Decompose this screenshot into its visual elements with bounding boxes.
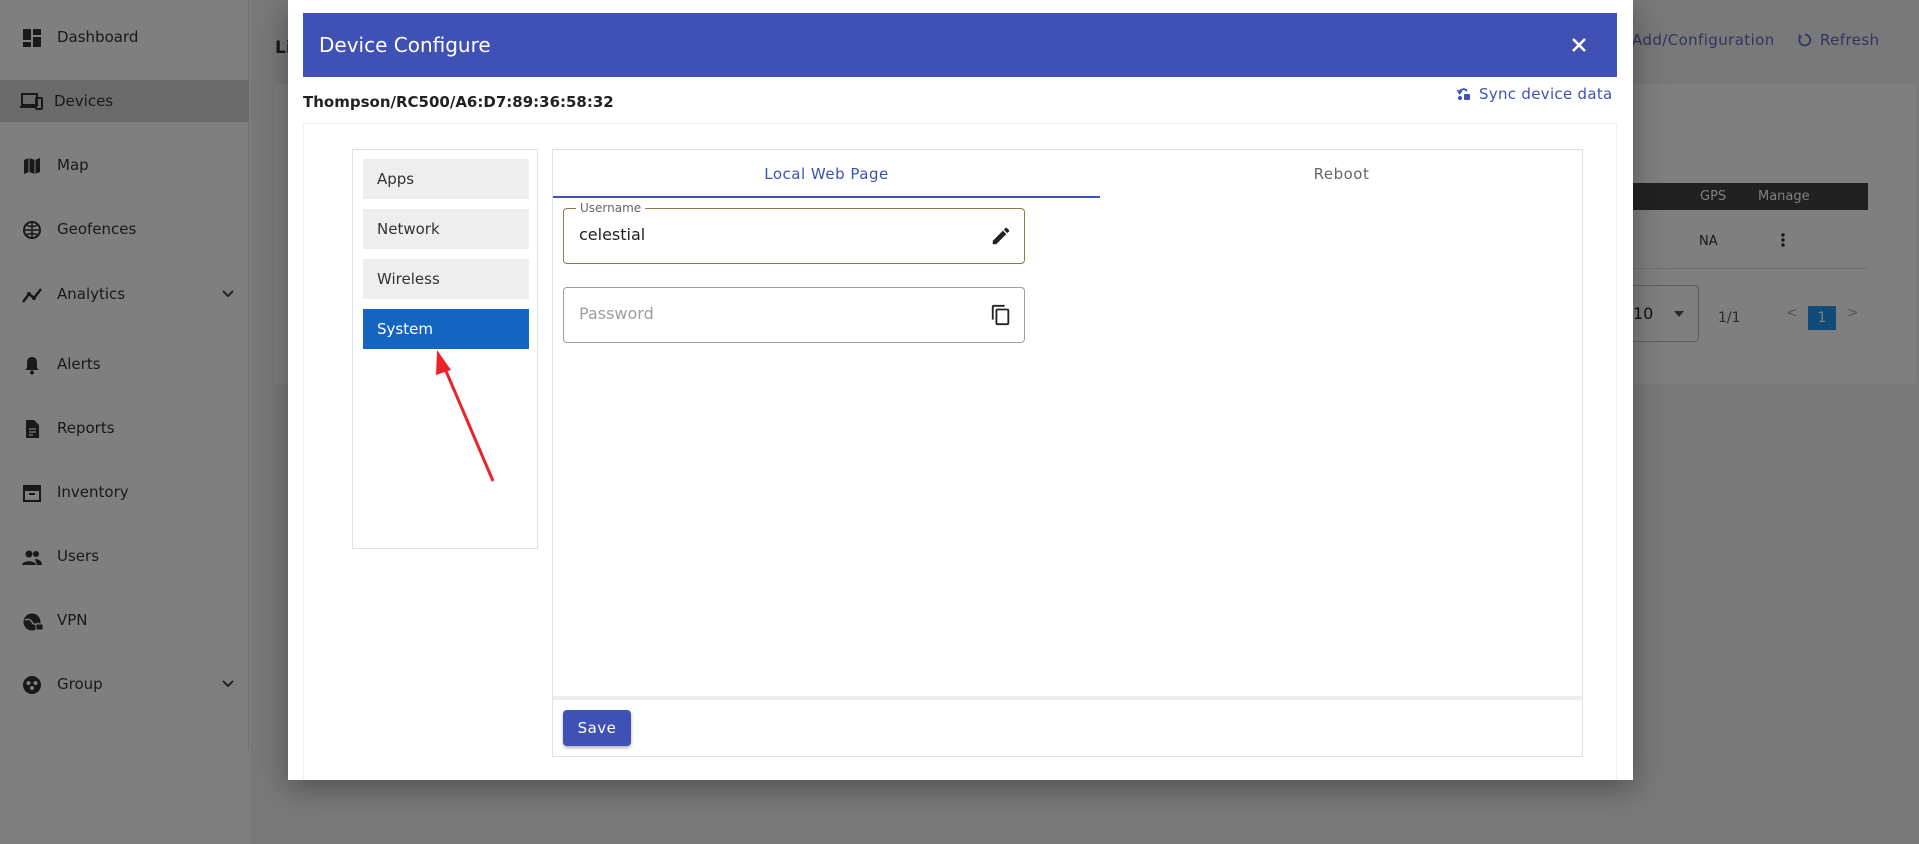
sync-device-data-button[interactable]: Sync device data — [1456, 85, 1613, 103]
save-button[interactable]: Save — [563, 710, 631, 746]
password-input[interactable] — [579, 304, 979, 323]
dialog-title: Device Configure — [319, 33, 491, 57]
tab-reboot[interactable]: Reboot — [1100, 150, 1583, 198]
menu-item-network[interactable]: Network — [363, 209, 529, 249]
dialog-body: Apps Network Wireless System Local Web P… — [303, 123, 1617, 780]
menu-item-apps[interactable]: Apps — [363, 159, 529, 199]
tab-local-web-page[interactable]: Local Web Page — [553, 150, 1100, 198]
pencil-icon[interactable] — [990, 225, 1012, 247]
username-field: Username — [563, 201, 1025, 264]
system-config-panel: Local Web Page Reboot Username Save — [552, 149, 1583, 757]
device-path: Thompson/RC500/A6:D7:89:36:58:32 — [303, 93, 614, 111]
footer-divider — [553, 696, 1582, 700]
close-icon[interactable] — [1569, 35, 1589, 55]
sync-icon — [1456, 88, 1470, 100]
password-field — [563, 287, 1025, 343]
sync-label: Sync device data — [1479, 85, 1613, 103]
menu-item-system[interactable]: System — [363, 309, 529, 349]
device-configure-dialog: Device Configure Thompson/RC500/A6:D7:89… — [288, 0, 1633, 780]
username-input[interactable] — [579, 225, 979, 244]
menu-item-wireless[interactable]: Wireless — [363, 259, 529, 299]
config-menu: Apps Network Wireless System — [352, 149, 538, 549]
copy-icon[interactable] — [990, 304, 1012, 326]
dialog-header: Device Configure — [303, 13, 1617, 77]
username-legend: Username — [576, 201, 646, 215]
